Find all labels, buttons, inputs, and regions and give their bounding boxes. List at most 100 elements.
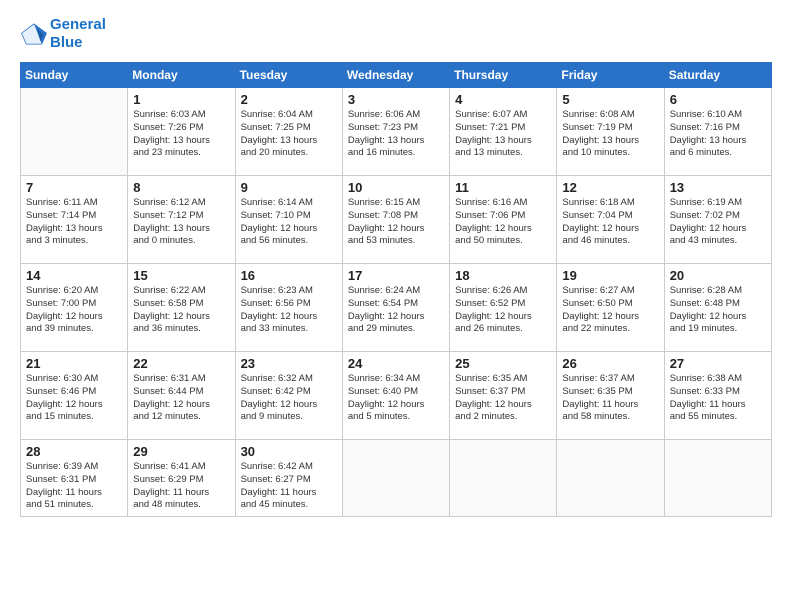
day-info: Sunrise: 6:26 AM Sunset: 6:52 PM Dayligh… (455, 285, 551, 336)
day-info: Sunrise: 6:11 AM Sunset: 7:14 PM Dayligh… (26, 197, 122, 248)
day-number: 1 (133, 92, 229, 107)
calendar-cell: 26 Sunrise: 6:37 AM Sunset: 6:35 PM Dayli… (557, 352, 664, 440)
calendar-cell: 9Sunrise: 6:14 AM Sunset: 7:10 PM Daylig… (235, 176, 342, 264)
day-info: Sunrise: 6:19 AM Sunset: 7:02 PM Dayligh… (670, 197, 766, 248)
day-number: 25 (455, 356, 551, 371)
calendar-cell: 30 Sunrise: 6:42 AM Sunset: 6:27 PM Dayli… (235, 440, 342, 517)
day-number: 24 (348, 356, 444, 371)
day-number: 23 (241, 356, 337, 371)
day-number: 15 (133, 268, 229, 283)
calendar-cell: 14 Sunrise: 6:20 AM Sunset: 7:00 PM Dayli… (21, 264, 128, 352)
calendar-cell: 15 Sunrise: 6:22 AM Sunset: 6:58 PM Dayli… (128, 264, 235, 352)
calendar-cell: 19 Sunrise: 6:27 AM Sunset: 6:50 PM Dayli… (557, 264, 664, 352)
day-number: 20 (670, 268, 766, 283)
calendar-cell: 7 Sunrise: 6:11 AM Sunset: 7:14 PM Daylig… (21, 176, 128, 264)
day-info: Sunrise: 6:35 AM Sunset: 6:37 PM Dayligh… (455, 373, 551, 424)
day-number: 14 (26, 268, 122, 283)
day-number: 8 (133, 180, 229, 195)
calendar-cell (21, 88, 128, 176)
day-number: 30 (241, 444, 337, 459)
weekday-header-saturday: Saturday (664, 63, 771, 88)
day-number: 3 (348, 92, 444, 107)
day-number: 10 (348, 180, 444, 195)
weekday-header-tuesday: Tuesday (235, 63, 342, 88)
calendar-cell: 1 Sunrise: 6:03 AM Sunset: 7:26 PM Daylig… (128, 88, 235, 176)
day-info: Sunrise: 6:07 AM Sunset: 7:21 PM Dayligh… (455, 109, 551, 160)
day-number: 7 (26, 180, 122, 195)
calendar-cell: 4 Sunrise: 6:07 AM Sunset: 7:21 PM Daylig… (450, 88, 557, 176)
day-info: Sunrise: 6:20 AM Sunset: 7:00 PM Dayligh… (26, 285, 122, 336)
day-info: Sunrise: 6:37 AM Sunset: 6:35 PM Dayligh… (562, 373, 658, 424)
logo: General Blue (20, 16, 106, 52)
calendar-cell: 24 Sunrise: 6:34 AM Sunset: 6:40 PM Dayli… (342, 352, 449, 440)
day-number: 12 (562, 180, 658, 195)
day-number: 28 (26, 444, 122, 459)
day-info: Sunrise: 6:39 AM Sunset: 6:31 PM Dayligh… (26, 461, 122, 512)
day-number: 22 (133, 356, 229, 371)
day-info: Sunrise: 6:12 AM Sunset: 7:12 PM Dayligh… (133, 197, 229, 248)
day-number: 13 (670, 180, 766, 195)
weekday-header-friday: Friday (557, 63, 664, 88)
day-info: Sunrise: 6:30 AM Sunset: 6:46 PM Dayligh… (26, 373, 122, 424)
calendar-cell: 8 Sunrise: 6:12 AM Sunset: 7:12 PM Daylig… (128, 176, 235, 264)
day-info: Sunrise: 6:03 AM Sunset: 7:26 PM Dayligh… (133, 109, 229, 160)
calendar-cell (664, 440, 771, 517)
calendar-cell: 11 Sunrise: 6:16 AM Sunset: 7:06 PM Dayli… (450, 176, 557, 264)
day-info: Sunrise: 6:41 AM Sunset: 6:29 PM Dayligh… (133, 461, 229, 512)
day-number: 11 (455, 180, 551, 195)
day-info: Sunrise: 6:04 AM Sunset: 7:25 PM Dayligh… (241, 109, 337, 160)
day-info: Sunrise: 6:23 AM Sunset: 6:56 PM Dayligh… (241, 285, 337, 336)
day-info: Sunrise: 6:24 AM Sunset: 6:54 PM Dayligh… (348, 285, 444, 336)
day-number: 2 (241, 92, 337, 107)
calendar-cell: 29 Sunrise: 6:41 AM Sunset: 6:29 PM Dayli… (128, 440, 235, 517)
calendar-cell: 12 Sunrise: 6:18 AM Sunset: 7:04 PM Dayli… (557, 176, 664, 264)
calendar-cell: 16 Sunrise: 6:23 AM Sunset: 6:56 PM Dayli… (235, 264, 342, 352)
day-info: Sunrise: 6:10 AM Sunset: 7:16 PM Dayligh… (670, 109, 766, 160)
calendar-cell: 17 Sunrise: 6:24 AM Sunset: 6:54 PM Dayli… (342, 264, 449, 352)
day-info: Sunrise: 6:38 AM Sunset: 6:33 PM Dayligh… (670, 373, 766, 424)
day-number: 9 (241, 180, 337, 195)
calendar-cell: 23 Sunrise: 6:32 AM Sunset: 6:42 PM Dayli… (235, 352, 342, 440)
calendar-cell: 22 Sunrise: 6:31 AM Sunset: 6:44 PM Dayli… (128, 352, 235, 440)
day-info: Sunrise: 6:27 AM Sunset: 6:50 PM Dayligh… (562, 285, 658, 336)
day-number: 5 (562, 92, 658, 107)
logo-icon (20, 22, 48, 46)
day-number: 6 (670, 92, 766, 107)
day-number: 17 (348, 268, 444, 283)
day-info: Sunrise: 6:22 AM Sunset: 6:58 PM Dayligh… (133, 285, 229, 336)
calendar-cell: 28 Sunrise: 6:39 AM Sunset: 6:31 PM Dayli… (21, 440, 128, 517)
day-info: Sunrise: 6:34 AM Sunset: 6:40 PM Dayligh… (348, 373, 444, 424)
day-info: Sunrise: 6:42 AM Sunset: 6:27 PM Dayligh… (241, 461, 337, 512)
calendar-cell: 2 Sunrise: 6:04 AM Sunset: 7:25 PM Daylig… (235, 88, 342, 176)
day-number: 26 (562, 356, 658, 371)
day-number: 29 (133, 444, 229, 459)
calendar-cell (342, 440, 449, 517)
calendar-cell: 3 Sunrise: 6:06 AM Sunset: 7:23 PM Daylig… (342, 88, 449, 176)
day-number: 4 (455, 92, 551, 107)
logo-name: General Blue (50, 16, 106, 52)
day-number: 21 (26, 356, 122, 371)
calendar-cell: 6 Sunrise: 6:10 AM Sunset: 7:16 PM Daylig… (664, 88, 771, 176)
weekday-header-sunday: Sunday (21, 63, 128, 88)
day-info: Sunrise: 6:06 AM Sunset: 7:23 PM Dayligh… (348, 109, 444, 160)
calendar-cell: 20 Sunrise: 6:28 AM Sunset: 6:48 PM Dayli… (664, 264, 771, 352)
calendar-cell: 5 Sunrise: 6:08 AM Sunset: 7:19 PM Daylig… (557, 88, 664, 176)
day-info: Sunrise: 6:16 AM Sunset: 7:06 PM Dayligh… (455, 197, 551, 248)
calendar-cell: 10 Sunrise: 6:15 AM Sunset: 7:08 PM Dayli… (342, 176, 449, 264)
day-number: 19 (562, 268, 658, 283)
day-info: Sunrise: 6:32 AM Sunset: 6:42 PM Dayligh… (241, 373, 337, 424)
calendar-cell (450, 440, 557, 517)
calendar-cell (557, 440, 664, 517)
day-info: Sunrise: 6:08 AM Sunset: 7:19 PM Dayligh… (562, 109, 658, 160)
day-info: Sunrise: 6:18 AM Sunset: 7:04 PM Dayligh… (562, 197, 658, 248)
calendar-table: SundayMondayTuesdayWednesdayThursdayFrid… (20, 62, 772, 517)
weekday-header-wednesday: Wednesday (342, 63, 449, 88)
calendar-cell: 27Sunrise: 6:38 AM Sunset: 6:33 PM Dayli… (664, 352, 771, 440)
day-info: Sunrise: 6:28 AM Sunset: 6:48 PM Dayligh… (670, 285, 766, 336)
day-info: Sunrise: 6:15 AM Sunset: 7:08 PM Dayligh… (348, 197, 444, 248)
day-number: 16 (241, 268, 337, 283)
day-info: Sunrise: 6:31 AM Sunset: 6:44 PM Dayligh… (133, 373, 229, 424)
calendar-cell: 13 Sunrise: 6:19 AM Sunset: 7:02 PM Dayli… (664, 176, 771, 264)
calendar-cell: 21 Sunrise: 6:30 AM Sunset: 6:46 PM Dayli… (21, 352, 128, 440)
calendar-cell: 25 Sunrise: 6:35 AM Sunset: 6:37 PM Dayli… (450, 352, 557, 440)
